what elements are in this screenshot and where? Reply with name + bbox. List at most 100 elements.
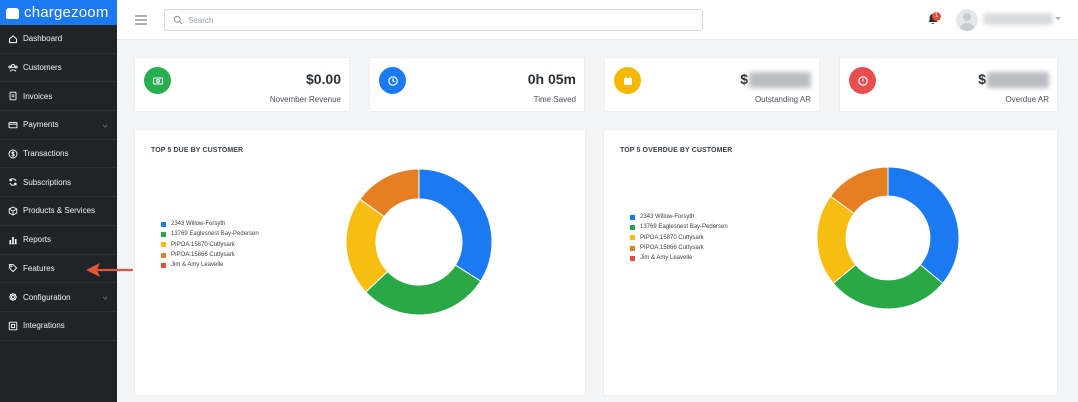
legend-label: PIPOA:15866 Cuttysark bbox=[640, 245, 704, 252]
stat-label: November Revenue bbox=[269, 95, 341, 104]
legend-label: Jim & Amy Leavelle bbox=[171, 262, 224, 269]
legend-swatch bbox=[161, 231, 166, 237]
sidebar-item-label: Transactions bbox=[23, 149, 69, 159]
panel-top-overdue: TOP 5 OVERDUE BY CUSTOMER 2343 Willow-Fo… bbox=[603, 129, 1058, 396]
panel-title: TOP 5 DUE BY CUSTOMER bbox=[151, 147, 244, 154]
legend-label: Jim & Amy Leavelle bbox=[640, 255, 693, 262]
stat-value: $ bbox=[740, 71, 811, 89]
donut-slice[interactable] bbox=[887, 166, 960, 284]
sidebar-item-label: Integrations bbox=[23, 321, 65, 331]
sidebar: chargezoom Dashboard Customers Invoices … bbox=[0, 0, 117, 402]
payment-icon bbox=[7, 119, 18, 130]
sidebar-item-reports[interactable]: Reports bbox=[0, 226, 117, 255]
legend-swatch bbox=[630, 214, 635, 220]
sidebar-item-label: Reports bbox=[23, 235, 52, 245]
top-bar: 1 bbox=[117, 0, 1078, 40]
sidebar-item-label: Features bbox=[23, 263, 55, 273]
stat-value: $0.00 bbox=[305, 71, 341, 87]
home-icon bbox=[7, 33, 18, 44]
stat-label: Time Saved bbox=[533, 95, 576, 104]
sidebar-item-customers[interactable]: Customers bbox=[0, 54, 117, 83]
chart-legend: 2343 Willow-Forsyth 13769 Eaglesnest Bay… bbox=[630, 212, 728, 263]
logo-text: chargezoom bbox=[24, 4, 109, 21]
menu-toggle-icon[interactable] bbox=[135, 15, 147, 25]
legend-swatch bbox=[630, 224, 635, 230]
user-name-obscured[interactable] bbox=[983, 13, 1053, 25]
legend-swatch bbox=[161, 242, 166, 248]
dollar-icon bbox=[7, 148, 18, 159]
legend-item[interactable]: 13769 Eaglesnest Bay-Pedersen bbox=[630, 222, 728, 232]
legend-swatch bbox=[161, 252, 166, 258]
search-icon bbox=[173, 15, 183, 25]
legend-label: PIPOA:15866 Cuttysark bbox=[171, 252, 235, 259]
donut-chart bbox=[345, 168, 493, 316]
obscured-amount bbox=[749, 72, 811, 89]
legend-swatch bbox=[630, 255, 635, 261]
legend-item[interactable]: 13769 Eaglesnest Bay-Pedersen bbox=[161, 229, 259, 239]
legend-item[interactable]: PIPOA:15866 Cuttysark bbox=[630, 243, 728, 253]
search-box[interactable] bbox=[164, 9, 703, 31]
donut-chart bbox=[816, 166, 960, 310]
chart-legend: 2343 Willow-Forsyth 13769 Eaglesnest Bay… bbox=[161, 219, 259, 270]
users-icon bbox=[7, 62, 18, 73]
legend-label: 2343 Willow-Forsyth bbox=[171, 221, 226, 228]
sidebar-item-integrations[interactable]: Integrations bbox=[0, 312, 117, 341]
obscured-amount bbox=[987, 72, 1049, 89]
avatar[interactable] bbox=[956, 9, 978, 31]
search-input[interactable] bbox=[188, 15, 688, 25]
logo-mark-icon bbox=[6, 8, 19, 19]
panel-title: TOP 5 OVERDUE BY CUSTOMER bbox=[620, 147, 733, 154]
invoice-icon bbox=[7, 91, 18, 102]
logo[interactable]: chargezoom bbox=[0, 0, 117, 25]
donut-slice[interactable] bbox=[832, 263, 944, 310]
legend-item[interactable]: PIPOA:15870 Cuttysark bbox=[630, 233, 728, 243]
notification-badge: 1 bbox=[932, 12, 941, 21]
alert-icon bbox=[849, 67, 876, 94]
legend-item[interactable]: 2343 Willow-Forsyth bbox=[630, 212, 728, 222]
sidebar-item-label: Configuration bbox=[23, 292, 71, 302]
legend-label: 2343 Willow-Forsyth bbox=[640, 214, 695, 221]
calendar-icon bbox=[614, 67, 641, 94]
money-icon bbox=[144, 67, 171, 94]
legend-item[interactable]: 2343 Willow-Forsyth bbox=[161, 219, 259, 229]
sidebar-item-products-services[interactable]: Products & Services bbox=[0, 197, 117, 226]
legend-item[interactable]: PIPOA:15866 Cuttysark bbox=[161, 250, 259, 260]
donut-slice[interactable] bbox=[418, 168, 493, 282]
sidebar-nav: Dashboard Customers Invoices Payments Tr… bbox=[0, 25, 117, 341]
panel-top-due: TOP 5 DUE BY CUSTOMER 2343 Willow-Forsyt… bbox=[134, 129, 586, 396]
legend-item[interactable]: Jim & Amy Leavelle bbox=[161, 260, 259, 270]
sidebar-item-label: Invoices bbox=[23, 91, 53, 101]
legend-item[interactable]: Jim & Amy Leavelle bbox=[630, 253, 728, 263]
sidebar-item-payments[interactable]: Payments bbox=[0, 111, 117, 140]
legend-item[interactable]: PIPOA:15870 Cuttysark bbox=[161, 240, 259, 250]
stat-card-outstanding-ar: $ Outstanding AR bbox=[604, 57, 820, 112]
chevron-down-icon bbox=[102, 294, 108, 303]
stat-value: 0h 05m bbox=[527, 71, 576, 87]
stat-label: Overdue AR bbox=[1005, 95, 1049, 104]
chevron-down-icon bbox=[102, 122, 108, 131]
box-icon bbox=[7, 205, 18, 216]
sidebar-item-transactions[interactable]: Transactions bbox=[0, 140, 117, 169]
sidebar-item-label: Customers bbox=[23, 63, 62, 73]
legend-swatch bbox=[630, 245, 635, 251]
legend-swatch bbox=[161, 262, 166, 268]
chevron-down-icon[interactable] bbox=[1055, 17, 1061, 20]
stat-value: $ bbox=[978, 71, 1049, 89]
stat-card-november-revenue: $0.00 November Revenue bbox=[134, 57, 350, 112]
refresh-icon bbox=[7, 177, 18, 188]
sidebar-item-label: Payments bbox=[23, 120, 59, 130]
sidebar-item-dashboard[interactable]: Dashboard bbox=[0, 25, 117, 54]
clock-icon bbox=[379, 67, 406, 94]
stat-card-overdue-ar: $ Overdue AR bbox=[839, 57, 1058, 112]
stat-card-time-saved: 0h 05m Time Saved bbox=[369, 57, 585, 112]
sidebar-item-subscriptions[interactable]: Subscriptions bbox=[0, 168, 117, 198]
legend-label: 13769 Eaglesnest Bay-Pedersen bbox=[640, 224, 728, 231]
sidebar-item-configuration[interactable]: Configuration bbox=[0, 283, 117, 312]
sidebar-item-invoices[interactable]: Invoices bbox=[0, 82, 117, 112]
annotation-arrow-icon bbox=[86, 263, 134, 277]
legend-label: 13769 Eaglesnest Bay-Pedersen bbox=[171, 231, 259, 238]
legend-label: PIPOA:15870 Cuttysark bbox=[171, 241, 235, 248]
grid-icon bbox=[7, 320, 18, 331]
sidebar-item-label: Dashboard bbox=[23, 34, 63, 44]
sidebar-item-label: Subscriptions bbox=[23, 177, 72, 187]
